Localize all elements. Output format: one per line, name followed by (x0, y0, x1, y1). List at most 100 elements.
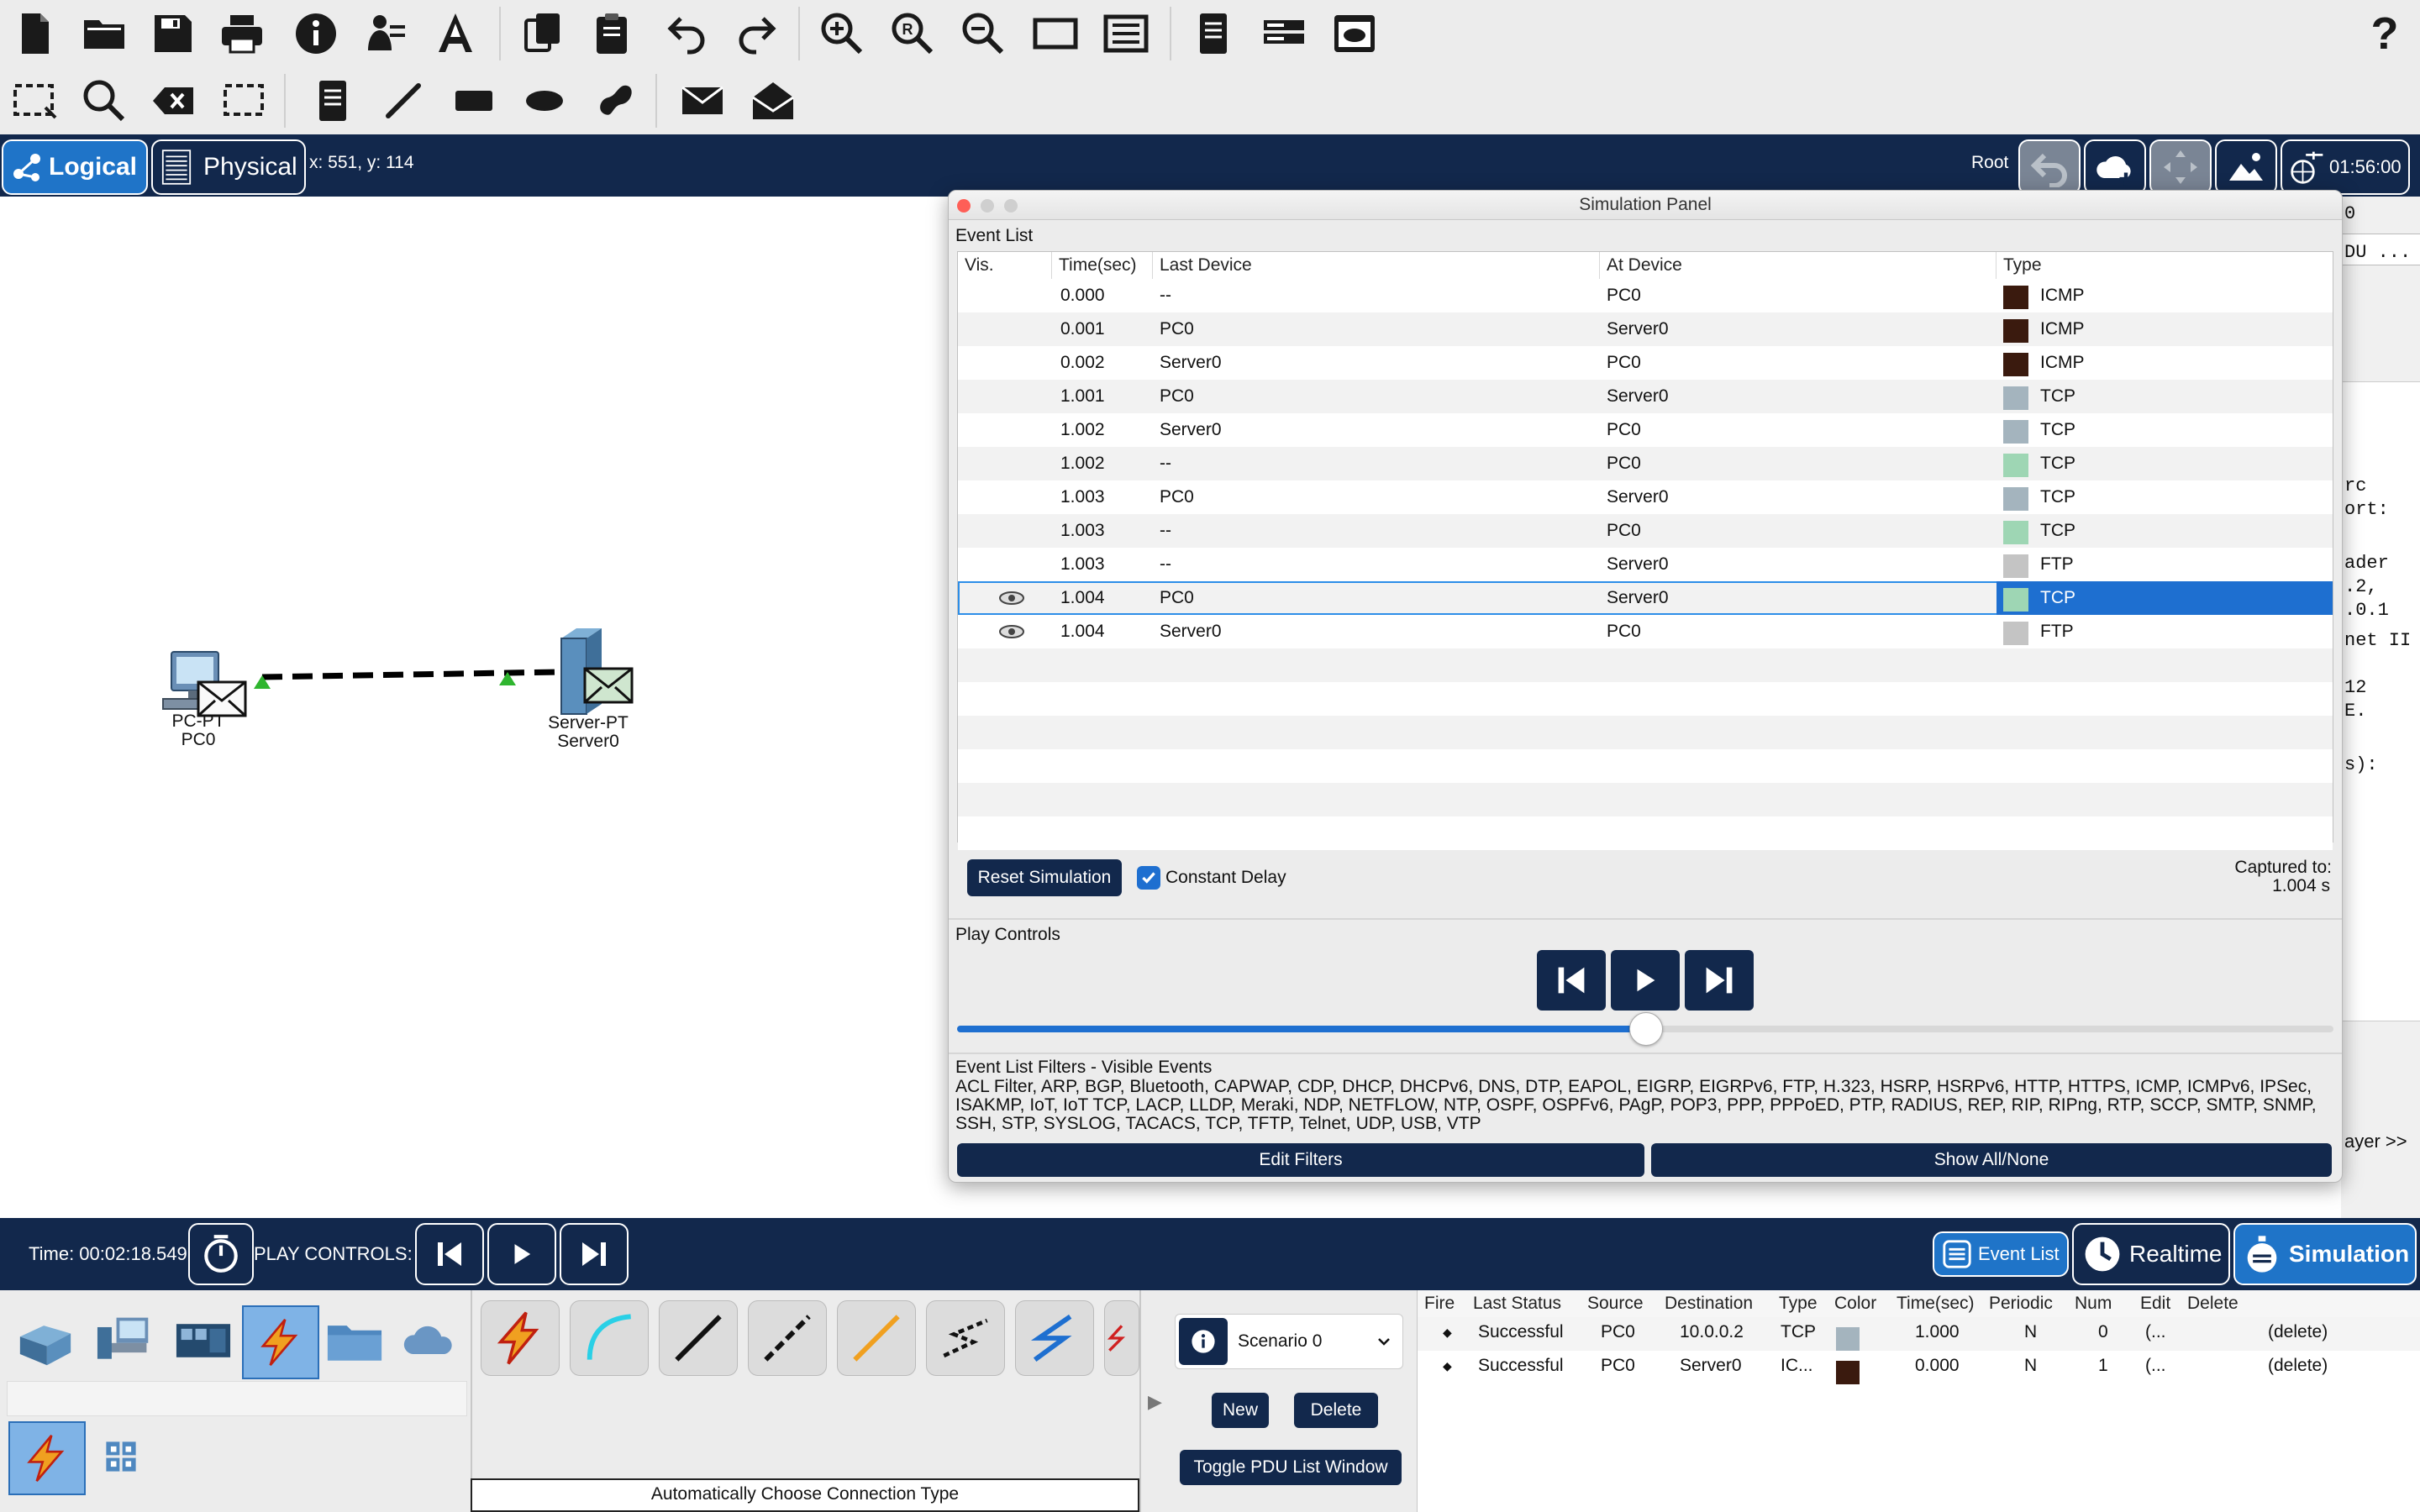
pdu-col-edit[interactable]: Edit (2140, 1290, 2170, 1317)
realtime-mode-button[interactable]: Realtime (2072, 1223, 2230, 1285)
miscellaneous-category[interactable] (318, 1305, 392, 1376)
show-all-none-button[interactable]: Show All/None (1651, 1143, 2332, 1177)
copper-straight-button[interactable] (659, 1300, 738, 1376)
draw-ellipse-icon[interactable] (514, 71, 575, 131)
constant-delay-checkbox[interactable] (1137, 866, 1160, 890)
edit-pdu-link[interactable]: (... (2145, 1356, 2166, 1376)
copy-icon[interactable] (513, 3, 573, 64)
next-layer-button[interactable]: ayer >> (2344, 1131, 2407, 1152)
playback-slider-track[interactable] (957, 1012, 2333, 1046)
play-button[interactable] (1611, 950, 1680, 1011)
print-icon[interactable] (212, 3, 272, 64)
draw-rectangle-icon[interactable] (444, 71, 504, 131)
fire-toggle-icon[interactable]: ◆ (1443, 1326, 1452, 1340)
event-row[interactable]: 1.004 Server0 PC0 FTP (958, 615, 2333, 648)
components-category[interactable] (166, 1305, 240, 1376)
phone-cable-button[interactable] (926, 1300, 1005, 1376)
new-cluster-button[interactable] (2084, 139, 2146, 195)
event-list-toggle-button[interactable]: Event List (1933, 1231, 2069, 1277)
toggle-pdu-list-button[interactable]: Toggle PDU List Window (1180, 1450, 1402, 1485)
event-row[interactable]: 0.000 -- PC0 ICMP (958, 279, 2333, 312)
move-object-button[interactable] (2149, 139, 2212, 195)
coaxial-button[interactable] (1015, 1300, 1094, 1376)
pdu-col-last-status[interactable]: Last Status (1473, 1290, 1561, 1317)
device-rack-icon[interactable] (1254, 3, 1314, 64)
col-last-device[interactable]: Last Device (1153, 252, 1600, 279)
event-row[interactable]: 1.003 PC0 Server0 TCP (958, 480, 2333, 514)
end-devices-category[interactable] (87, 1305, 161, 1376)
select-icon[interactable] (5, 71, 66, 131)
bottom-play-button[interactable] (487, 1223, 556, 1285)
connections-category[interactable] (242, 1305, 319, 1379)
edit-filters-button[interactable]: Edit Filters (957, 1143, 1644, 1177)
bottom-step-forward-button[interactable] (560, 1223, 629, 1285)
delete-pdu-link[interactable]: (delete) (2268, 1322, 2328, 1342)
step-back-button[interactable] (1537, 950, 1606, 1011)
event-row[interactable]: 0.001 PC0 Server0 ICMP (958, 312, 2333, 346)
col-time[interactable]: Time(sec) (1052, 252, 1153, 279)
console-cable-button[interactable] (570, 1300, 649, 1376)
set-background-button[interactable] (2215, 139, 2277, 195)
pdu-col-time[interactable]: Time(sec) (1897, 1290, 1975, 1317)
draw-line-icon[interactable] (373, 71, 434, 131)
help-icon[interactable]: ? (2354, 3, 2415, 64)
zoom-reset-icon[interactable]: R (882, 3, 943, 64)
visibility-eye-icon[interactable] (998, 615, 1025, 648)
playback-slider-knob[interactable] (1629, 1012, 1663, 1046)
power-cycle-button[interactable] (188, 1223, 254, 1285)
event-row[interactable]: 1.002 -- PC0 TCP (958, 447, 2333, 480)
window-icon[interactable] (1025, 3, 1086, 64)
edit-pdu-link[interactable]: (... (2145, 1322, 2166, 1342)
server0-device[interactable] (555, 627, 639, 719)
col-type[interactable]: Type (1996, 252, 2333, 279)
physical-tab[interactable]: Physical (151, 139, 306, 195)
col-vis[interactable]: Vis. (958, 252, 1052, 279)
list-view-icon[interactable] (1096, 3, 1156, 64)
zoom-in-icon[interactable] (812, 3, 872, 64)
pdu-col-fire[interactable]: Fire (1424, 1290, 1455, 1317)
place-note-icon[interactable] (302, 71, 363, 131)
reset-simulation-button[interactable]: Reset Simulation (967, 859, 1122, 896)
inspect-icon[interactable] (74, 71, 134, 131)
copper-cross-button[interactable] (748, 1300, 827, 1376)
event-row[interactable]: 1.004 PC0 Server0 TCP (958, 581, 2333, 615)
fire-toggle-icon[interactable]: ◆ (1443, 1359, 1452, 1373)
open-folder-icon[interactable] (74, 3, 134, 64)
visibility-eye-icon[interactable] (998, 581, 1025, 615)
delete-scenario-button[interactable]: Delete (1294, 1393, 1378, 1428)
grid-view-button[interactable] (84, 1421, 158, 1492)
delete-icon[interactable] (143, 71, 203, 131)
close-window-button[interactable] (957, 199, 971, 213)
undo-icon[interactable] (657, 3, 718, 64)
add-simple-pdu-icon[interactable] (672, 71, 733, 131)
activity-wizard-icon[interactable] (356, 3, 417, 64)
new-file-icon[interactable] (5, 3, 66, 64)
resize-shape-icon[interactable] (213, 71, 274, 131)
pdu-col-type[interactable]: Type (1779, 1290, 1818, 1317)
scenario-select[interactable]: Scenario 0 (1175, 1314, 1403, 1369)
pdu-col-source[interactable]: Source (1587, 1290, 1644, 1317)
ethernet-link[interactable] (261, 669, 559, 680)
minimize-window-button[interactable] (981, 199, 994, 213)
event-row[interactable]: 1.001 PC0 Server0 TCP (958, 380, 2333, 413)
fiber-button[interactable] (837, 1300, 916, 1376)
pdu-col-color[interactable]: Color (1834, 1290, 1876, 1317)
add-complex-pdu-icon[interactable] (743, 71, 803, 131)
table-row[interactable]: ◆ Successful PC0 Server0 IC... 0.000 N 1… (1418, 1351, 2420, 1384)
event-row[interactable]: 1.003 -- Server0 FTP (958, 548, 2333, 581)
save-icon[interactable] (143, 3, 203, 64)
cloud-window-icon[interactable] (1324, 3, 1385, 64)
new-scenario-button[interactable]: New (1212, 1393, 1269, 1428)
connections-subcategory[interactable] (8, 1421, 86, 1495)
freeform-icon[interactable] (585, 71, 645, 131)
step-forward-button[interactable] (1685, 950, 1754, 1011)
event-row[interactable]: 0.002 Server0 PC0 ICMP (958, 346, 2333, 380)
event-row[interactable]: 1.002 Server0 PC0 TCP (958, 413, 2333, 447)
zoom-out-icon[interactable] (953, 3, 1013, 64)
scenario-info-button[interactable] (1179, 1318, 1228, 1365)
network-devices-category[interactable] (8, 1305, 82, 1376)
redo-icon[interactable] (726, 3, 786, 64)
event-row[interactable]: 1.003 -- PC0 TCP (958, 514, 2333, 548)
auto-connection-button[interactable] (481, 1300, 560, 1376)
viewport-clock-button[interactable]: 01:56:00 (2281, 139, 2410, 195)
